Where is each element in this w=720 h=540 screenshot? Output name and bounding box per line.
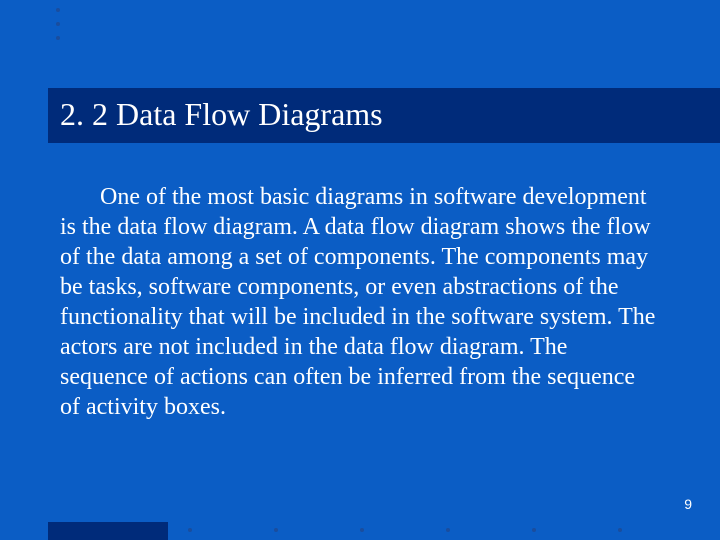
title-bar: 2. 2 Data Flow Diagrams [48, 88, 720, 143]
slide-title: 2. 2 Data Flow Diagrams [60, 96, 708, 133]
body-text: One of the most basic diagrams in softwa… [60, 182, 660, 422]
dot-icon [56, 36, 60, 40]
dot-icon [446, 528, 450, 532]
decorative-top-dots [56, 8, 60, 40]
body-content: One of the most basic diagrams in softwa… [60, 184, 655, 420]
dot-icon [188, 528, 192, 532]
decorative-bottom-bar [48, 522, 168, 540]
decorative-bottom-dots [188, 528, 622, 532]
dot-icon [360, 528, 364, 532]
dot-icon [56, 8, 60, 12]
dot-icon [532, 528, 536, 532]
dot-icon [56, 22, 60, 26]
dot-icon [274, 528, 278, 532]
page-number: 9 [684, 496, 692, 512]
dot-icon [618, 528, 622, 532]
